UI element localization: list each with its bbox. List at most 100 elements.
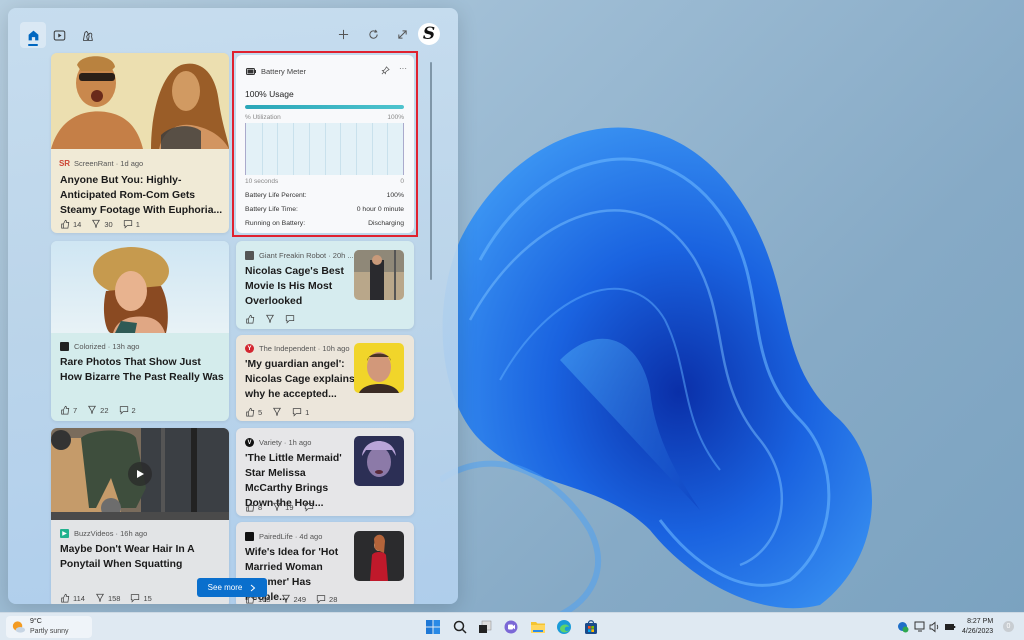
volume-icon[interactable] [929, 621, 941, 633]
file-explorer-icon[interactable] [530, 619, 546, 635]
comment-button[interactable] [285, 314, 295, 324]
comment-button[interactable]: 1 [292, 407, 309, 417]
home-icon [28, 30, 38, 40]
comment-icon [316, 595, 326, 604]
dislike-button[interactable] [272, 407, 282, 417]
news-source: Y The Independent · 10h ago [245, 344, 350, 353]
comment-icon [285, 315, 295, 324]
clock[interactable]: 8:27 PM 4/26/2023 [962, 617, 993, 637]
chess-icon [82, 30, 93, 41]
add-icon [338, 29, 348, 39]
gfr-logo-icon [245, 251, 254, 260]
news-card[interactable]: Colorized · 13h ago Rare Photos That Sho… [51, 241, 229, 421]
security-icon[interactable] [897, 621, 909, 633]
comment-button[interactable]: 28 [316, 594, 337, 604]
news-thumbnail [354, 343, 404, 393]
thumbs-down-icon [266, 314, 274, 323]
news-card[interactable]: V Variety · 1h ago 'The Little Mermaid' … [236, 428, 414, 516]
news-thumbnail [354, 531, 404, 581]
weather-widget[interactable]: 9°C Partly sunny [6, 616, 92, 638]
news-card[interactable]: SR ScreenRant · 1d ago Anyone But You: H… [51, 53, 229, 233]
comment-icon [123, 220, 132, 229]
news-title[interactable]: Maybe Don't Wear Hair In A Ponytail When… [60, 542, 225, 572]
refresh-icon [368, 29, 378, 39]
news-title[interactable]: Rare Photos That Show Just How Bizarre T… [60, 355, 225, 385]
avatar[interactable]: S [418, 23, 440, 45]
battery-icon[interactable] [944, 621, 956, 633]
comment-button[interactable]: 1 [123, 219, 140, 229]
thumbs-up-icon [246, 314, 255, 324]
refresh-button[interactable] [361, 22, 385, 46]
news-card[interactable]: Y The Independent · 10h ago 'My guardian… [236, 335, 414, 421]
buzzvideos-logo-icon: ▶ [60, 529, 69, 538]
news-title[interactable]: 'My guardian angel': Nicolas Cage explai… [245, 357, 355, 402]
reactions: 8 19 [245, 502, 314, 512]
dislike-button[interactable]: 19 [272, 502, 294, 512]
add-widget-button[interactable] [331, 22, 355, 46]
reactions: 7 22 2 [60, 405, 136, 415]
dislike-button[interactable]: 22 [87, 405, 109, 415]
reactions: 5 1 [245, 407, 309, 417]
like-button[interactable]: 14 [60, 219, 81, 229]
like-button[interactable]: 114 [60, 593, 85, 603]
play-button[interactable] [128, 462, 152, 486]
dislike-button[interactable]: 30 [91, 219, 113, 229]
comment-button[interactable]: 2 [119, 405, 136, 415]
reactions [245, 314, 295, 324]
store-icon[interactable] [583, 619, 599, 635]
comment-icon [119, 406, 128, 415]
thumbs-down-icon [273, 502, 282, 511]
dislike-button[interactable]: 158 [95, 593, 120, 603]
comment-button[interactable] [304, 502, 314, 512]
comment-icon [131, 594, 140, 603]
news-title[interactable]: Nicolas Cage's Best Movie Is His Most Ov… [245, 264, 355, 309]
selection-highlight [232, 51, 418, 237]
partly-sunny-icon [12, 621, 26, 633]
clock-time: 8:27 PM [967, 618, 994, 625]
thumbs-up-icon [61, 405, 70, 415]
reactions: 114 158 15 [60, 593, 152, 603]
news-source: ▶ BuzzVideos · 16h ago [60, 529, 147, 538]
home-tab[interactable] [20, 22, 46, 48]
dislike-button[interactable] [265, 314, 275, 324]
news-source: SR ScreenRant · 1d ago [59, 159, 143, 168]
thumbs-down-icon [95, 593, 104, 602]
comment-button[interactable]: 15 [130, 593, 152, 603]
search-icon[interactable] [452, 619, 468, 635]
wallpaper-bloom [440, 127, 873, 618]
notification-badge[interactable]: 0 [1003, 621, 1014, 632]
like-button[interactable]: 7 [60, 405, 77, 415]
thumbs-down-icon [92, 219, 101, 228]
thumbs-down-icon [88, 405, 97, 414]
news-image [51, 241, 229, 333]
play-icon [137, 470, 144, 478]
news-thumbnail [354, 436, 404, 486]
like-button[interactable]: 5 [245, 407, 262, 417]
scrollbar[interactable] [430, 62, 432, 280]
pairedlife-logo-icon [245, 532, 254, 541]
network-icon[interactable] [914, 621, 926, 633]
variety-logo-icon: V [245, 438, 254, 447]
news-card[interactable]: Giant Freakin Robot · 20h ... Nicolas Ca… [236, 241, 414, 329]
expand-icon [397, 29, 407, 39]
expand-button[interactable] [390, 22, 414, 46]
start-icon[interactable] [425, 619, 441, 635]
thumbs-up-icon [246, 407, 255, 417]
see-more-button[interactable]: See more [197, 578, 267, 597]
taskbar: 9°C Partly sunny 8:27 PM 4/26/2023 0 [0, 612, 1024, 640]
like-button[interactable] [245, 314, 255, 324]
like-button[interactable]: 8 [245, 502, 262, 512]
news-title[interactable]: Anyone But You: Highly-Anticipated Rom-C… [60, 173, 225, 218]
task-view-icon[interactable] [477, 619, 493, 635]
independent-logo-icon: Y [245, 344, 254, 353]
colorized-logo-icon [60, 342, 69, 351]
games-tab[interactable] [74, 22, 100, 48]
teams-chat-icon[interactable] [503, 619, 519, 635]
news-source: PairedLife · 4d ago [245, 532, 322, 541]
reactions: 14 30 1 [60, 219, 140, 229]
edge-icon[interactable] [556, 619, 572, 635]
dislike-button[interactable]: 249 [281, 594, 306, 604]
news-thumbnail [354, 250, 404, 300]
play-icon [53, 30, 65, 40]
watch-tab[interactable] [46, 22, 72, 48]
